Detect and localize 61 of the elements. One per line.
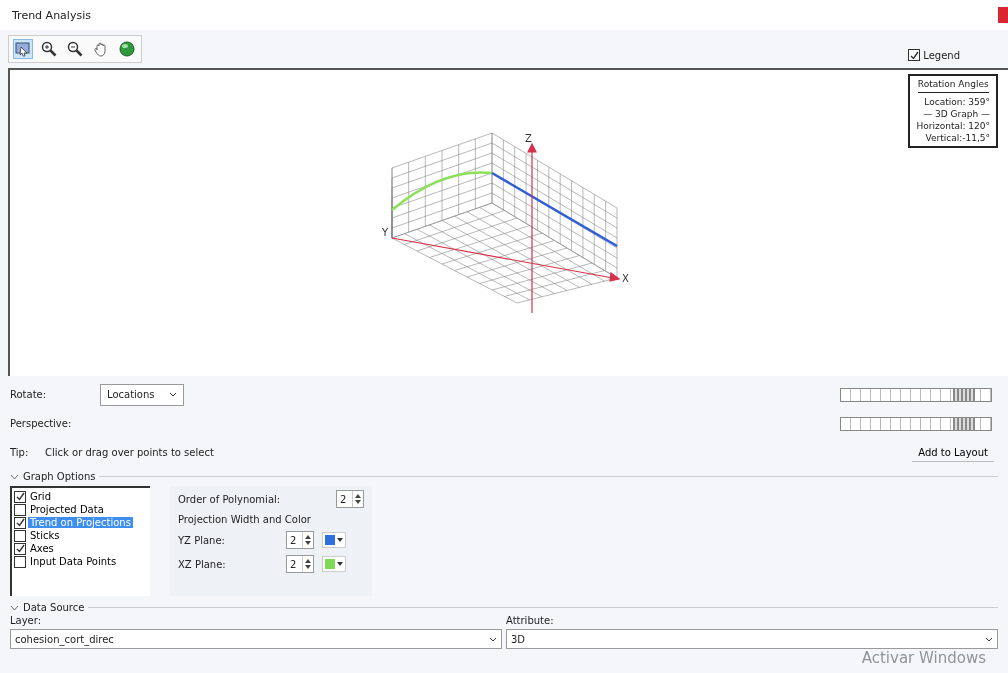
plane-label: XZ Plane: — [178, 558, 227, 570]
caret-icon — [168, 392, 177, 397]
color-picker[interactable] — [322, 556, 347, 572]
legend-line: Horizontal: 120° — [916, 121, 990, 131]
option-item[interactable]: Axes — [12, 542, 150, 555]
spinner-arrows-icon[interactable] — [355, 494, 362, 504]
spinner-arrows-icon[interactable] — [305, 559, 312, 569]
rotate-label: Rotate: — [10, 389, 48, 400]
slider-thumb[interactable] — [953, 388, 975, 401]
collapse-icon[interactable] — [10, 604, 19, 611]
toolbar-button[interactable] — [39, 39, 59, 59]
window-title: Trend Analysis — [12, 8, 91, 22]
option-checkbox[interactable] — [14, 542, 26, 555]
option-checkbox[interactable] — [14, 516, 26, 529]
color-picker[interactable] — [322, 532, 347, 548]
legend-line: — 3D Graph — — [923, 109, 990, 119]
legend-line: Vertical:-11,5° — [925, 133, 990, 143]
width-spinner[interactable]: 2 — [286, 531, 315, 549]
dropdown-arrow-icon — [337, 538, 344, 542]
dropdown-arrow-icon — [337, 562, 344, 566]
plane-label: YZ Plane: — [178, 534, 226, 546]
legend-title: Rotation Angles — [917, 79, 989, 93]
toolbar-button[interactable] — [65, 39, 85, 59]
activation-notice: Activar Windows — [861, 649, 986, 667]
layer-label: Layer: — [10, 615, 43, 626]
layer-dropdown[interactable]: cohesion_cort_direc — [10, 629, 502, 649]
zoom-out-icon — [67, 41, 83, 57]
projection-title: Projection Width and Color — [178, 514, 312, 525]
caret-icon — [489, 636, 497, 642]
zoom-in-icon — [41, 41, 57, 57]
legend-checkbox[interactable] — [908, 49, 921, 61]
order-label: Order of Polynomial: — [178, 493, 282, 505]
order-spinner[interactable]: 2 — [336, 490, 365, 508]
option-checkbox[interactable] — [14, 555, 26, 568]
section-title: Data Source — [23, 602, 85, 613]
option-item[interactable]: Projected Data — [12, 503, 150, 516]
option-item[interactable]: Sticks — [12, 529, 150, 542]
perspective-label: Perspective: — [10, 418, 72, 429]
legend-line: Location: 359° — [924, 97, 990, 107]
option-item[interactable]: Input Data Points — [12, 555, 150, 568]
option-checkbox[interactable] — [14, 490, 26, 503]
rotate-dropdown[interactable]: Locations — [100, 383, 184, 406]
globe-icon — [119, 41, 135, 57]
spinner-arrows-icon[interactable] — [305, 535, 312, 545]
select-tool-icon — [15, 41, 31, 57]
width-spinner[interactable]: 2 — [286, 555, 315, 573]
attribute-label: Attribute: — [506, 615, 555, 626]
caret-icon — [985, 636, 993, 642]
collapse-icon[interactable] — [10, 473, 19, 480]
tip-label: Tip: — [10, 447, 30, 458]
option-checkbox[interactable] — [14, 503, 26, 516]
3d-trend-graph-drawing: X Y Z — [376, 123, 642, 323]
section-title: Graph Options — [23, 471, 96, 482]
hand-icon — [93, 41, 109, 57]
attribute-dropdown[interactable]: 3D — [506, 629, 998, 649]
toolbar-button[interactable] — [13, 39, 33, 59]
slider-thumb[interactable] — [953, 417, 975, 430]
tip-text: Click or drag over points to select — [45, 447, 214, 458]
option-item[interactable]: Grid — [12, 490, 150, 503]
legend-label: Legend — [923, 49, 960, 61]
option-checkbox[interactable] — [14, 529, 26, 542]
